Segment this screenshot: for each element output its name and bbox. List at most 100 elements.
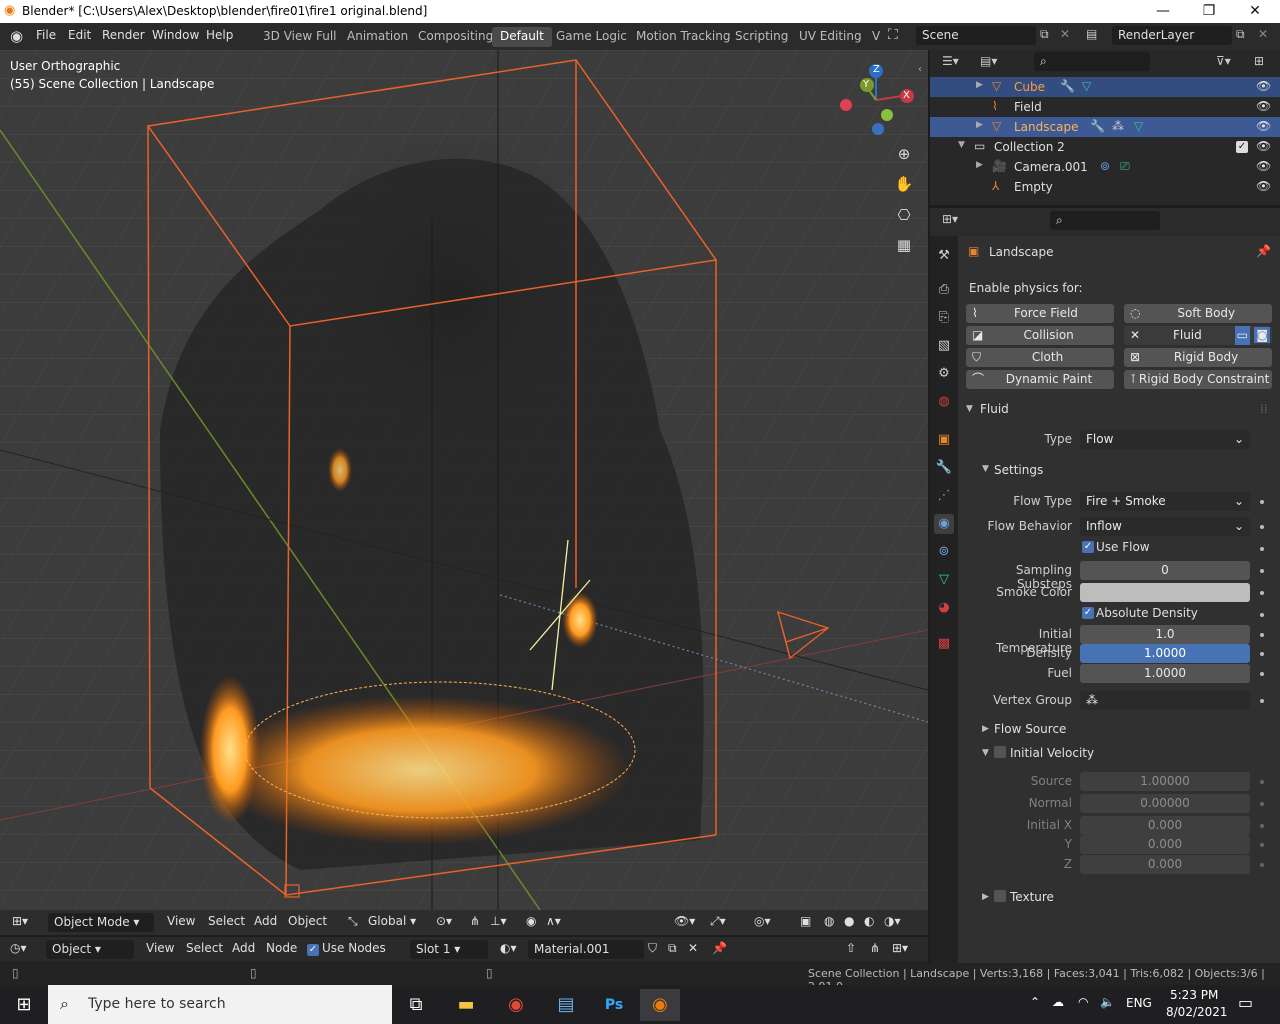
falloff-icon[interactable]: ∧▾ <box>546 914 561 928</box>
drag-handle-icon[interactable]: ⁞⁞ <box>1260 402 1268 416</box>
field-value[interactable]: Inflow ⌄ <box>1080 517 1250 536</box>
keyframe-dot-icon[interactable] <box>1260 824 1264 828</box>
wifi-icon[interactable]: ◠ <box>1078 995 1088 1009</box>
initial-velocity-section-header[interactable]: Initial Velocity <box>1010 746 1094 760</box>
close-button[interactable]: ✕ <box>1232 2 1278 22</box>
new-collection-icon[interactable]: ⊞ <box>1254 54 1264 68</box>
modifier-tab-icon[interactable]: 🔧 <box>934 458 954 478</box>
scene-tab-icon[interactable]: ⚙ <box>934 364 954 384</box>
visibility-eye-icon[interactable]: 👁 <box>1256 99 1271 113</box>
use-nodes-checkbox[interactable]: ✓ <box>307 944 319 956</box>
field-value[interactable]: 0 <box>1080 561 1250 580</box>
pin-icon[interactable]: 📌 <box>1256 244 1271 258</box>
sidebar-toggle-icon[interactable]: ‹ <box>918 64 922 75</box>
velocity-value[interactable]: 0.00000 <box>1080 794 1250 813</box>
tab-game-logic[interactable]: Game Logic <box>548 27 635 47</box>
pan-hand-icon[interactable]: ✋ <box>891 171 917 197</box>
constraints-tab-icon[interactable]: ⊚ <box>934 542 954 562</box>
expand-arrow-icon[interactable]: ▶ <box>982 892 989 902</box>
object-tab-icon[interactable]: ▣ <box>934 430 954 450</box>
tab-motion-tracking[interactable]: Motion Tracking <box>628 27 738 47</box>
node-editor-type-icon[interactable]: ◷▾ <box>10 941 27 955</box>
properties-editor-icon[interactable]: ⊞▾ <box>942 212 958 226</box>
expand-arrow-icon[interactable]: ▶ <box>982 724 989 734</box>
scene-remove-icon[interactable]: ✕ <box>1060 27 1070 41</box>
collapse-arrow-icon[interactable]: ▼ <box>982 748 989 758</box>
scene-copy-icon[interactable]: ⧉ <box>1040 27 1049 42</box>
outliner-item-landscape[interactable]: ▶ ▽ Landscape 🔧 ⁂ ▽ 👁 <box>930 117 1280 137</box>
view-layer-remove-icon[interactable]: ✕ <box>1258 27 1268 41</box>
expand-arrow-icon[interactable]: ▶ <box>976 160 983 170</box>
velocity-value[interactable]: 0.000 <box>1080 855 1250 874</box>
node-menu-select[interactable]: Select <box>186 941 223 955</box>
camera-view-icon[interactable]: ⎔ <box>891 202 917 228</box>
view-layer-tab-icon[interactable]: ▧ <box>934 336 954 356</box>
solid-shading-icon[interactable]: ● <box>844 914 854 928</box>
pin-icon[interactable]: 📌 <box>712 941 727 955</box>
expand-arrow-icon[interactable]: ▶ <box>976 120 983 130</box>
tab-default[interactable]: Default <box>492 27 552 47</box>
menu-view[interactable]: View <box>167 914 195 928</box>
overlay-toggle-icon[interactable]: ◎▾ <box>754 914 771 928</box>
menu-help[interactable]: Help <box>206 28 233 42</box>
tab-animation[interactable]: Animation <box>339 27 416 47</box>
tab-3d-view-full[interactable]: 3D View Full <box>255 27 345 47</box>
field-value[interactable]: 1.0000 <box>1080 644 1250 663</box>
maximize-button[interactable]: ❐ <box>1186 2 1232 22</box>
properties-search-input[interactable]: ⌕ <box>1050 211 1160 230</box>
slot-dropdown[interactable]: Slot 1 ▾ <box>410 940 488 959</box>
node-snap-icon[interactable]: ⋔ <box>870 941 880 955</box>
force-field-button[interactable]: ⌇ Force Field <box>966 304 1114 323</box>
mode-dropdown[interactable]: Object Mode ▾ <box>48 913 154 932</box>
xray-icon[interactable]: ▣ <box>800 914 811 928</box>
parent-node-tree-icon[interactable]: ⇧ <box>846 941 856 955</box>
blender-menu-icon[interactable]: ◉ <box>10 27 23 45</box>
transform-orientation-dropdown[interactable]: Global ▾ <box>368 914 416 928</box>
collapse-arrow-icon[interactable]: ▼ <box>982 464 989 474</box>
keyframe-dot-icon[interactable] <box>1260 652 1264 656</box>
keyframe-dot-icon[interactable] <box>1260 633 1264 637</box>
chevron-up-icon[interactable]: ⌃ <box>1030 995 1040 1009</box>
volume-icon[interactable]: 🔈 <box>1100 995 1115 1009</box>
field-value[interactable]: 1.0 <box>1080 625 1250 644</box>
material-tab-icon[interactable]: ◕ <box>934 598 954 618</box>
material-browse-icon[interactable]: ◐▾ <box>500 941 517 955</box>
outliner-item-camera[interactable]: ▶ 🎥 Camera.001 ⊚ ⎚ 👁 <box>930 157 1280 177</box>
visibility-eye-icon[interactable]: 👁 <box>1256 79 1271 93</box>
shader-type-dropdown[interactable]: Object ▾ <box>46 940 134 959</box>
keyframe-dot-icon[interactable] <box>1260 802 1264 806</box>
exclude-checkbox[interactable]: ✓ <box>1236 141 1248 153</box>
keyframe-dot-icon[interactable] <box>1260 672 1264 676</box>
tab-uv-editing[interactable]: UV Editing <box>791 27 870 47</box>
keyframe-dot-icon[interactable] <box>1260 699 1264 703</box>
transform-orientation-icon[interactable]: ⤡ <box>348 914 358 929</box>
texture-checkbox[interactable] <box>994 890 1006 902</box>
field-value[interactable]: Fire + Smoke ⌄ <box>1080 492 1250 511</box>
texture-section-header[interactable]: Texture <box>1010 890 1054 904</box>
view-layer-icon[interactable]: ▤ <box>1086 27 1097 41</box>
rigid-body-constraint-button[interactable]: ⊺ Rigid Body Constraint <box>1124 370 1272 389</box>
cloud-icon[interactable]: ☁ <box>1052 995 1064 1009</box>
material-name-field[interactable]: Material.001 <box>528 940 644 959</box>
fluid-section-header[interactable]: Fluid <box>980 402 1009 416</box>
expand-arrow-icon[interactable]: ▶ <box>976 80 983 90</box>
display-mode-icon[interactable]: ▤▾ <box>980 54 997 68</box>
velocity-value[interactable]: 0.000 <box>1080 816 1250 835</box>
visibility-eye-icon[interactable]: 👁 <box>1256 179 1271 193</box>
field-checkbox[interactable]: ✓ <box>1082 541 1094 553</box>
menu-add[interactable]: Add <box>254 914 277 928</box>
keyframe-dot-icon[interactable] <box>1260 863 1264 867</box>
clock-time[interactable]: 5:23 PM <box>1170 988 1218 1002</box>
snap-icon[interactable]: ⋔ <box>470 914 480 928</box>
fluid-viewport-icon[interactable]: ▭ <box>1234 326 1250 345</box>
filter-icon[interactable]: ⊽▾ <box>1216 54 1231 68</box>
rendered-shading-icon[interactable]: ◑▾ <box>884 914 901 928</box>
language-indicator[interactable]: ENG <box>1126 996 1152 1010</box>
fake-user-icon[interactable]: ⛉ <box>648 941 657 956</box>
scene-icon[interactable]: ⛶ <box>888 27 898 43</box>
menu-window[interactable]: Window <box>152 28 199 42</box>
blender-taskbar-icon[interactable]: ◉ <box>640 989 680 1021</box>
rigid-body-button[interactable]: ⊠ Rigid Body <box>1124 348 1272 367</box>
outliner-item-empty[interactable]: ⅄ Empty 👁 <box>930 177 1280 197</box>
keyframe-dot-icon[interactable] <box>1260 843 1264 847</box>
